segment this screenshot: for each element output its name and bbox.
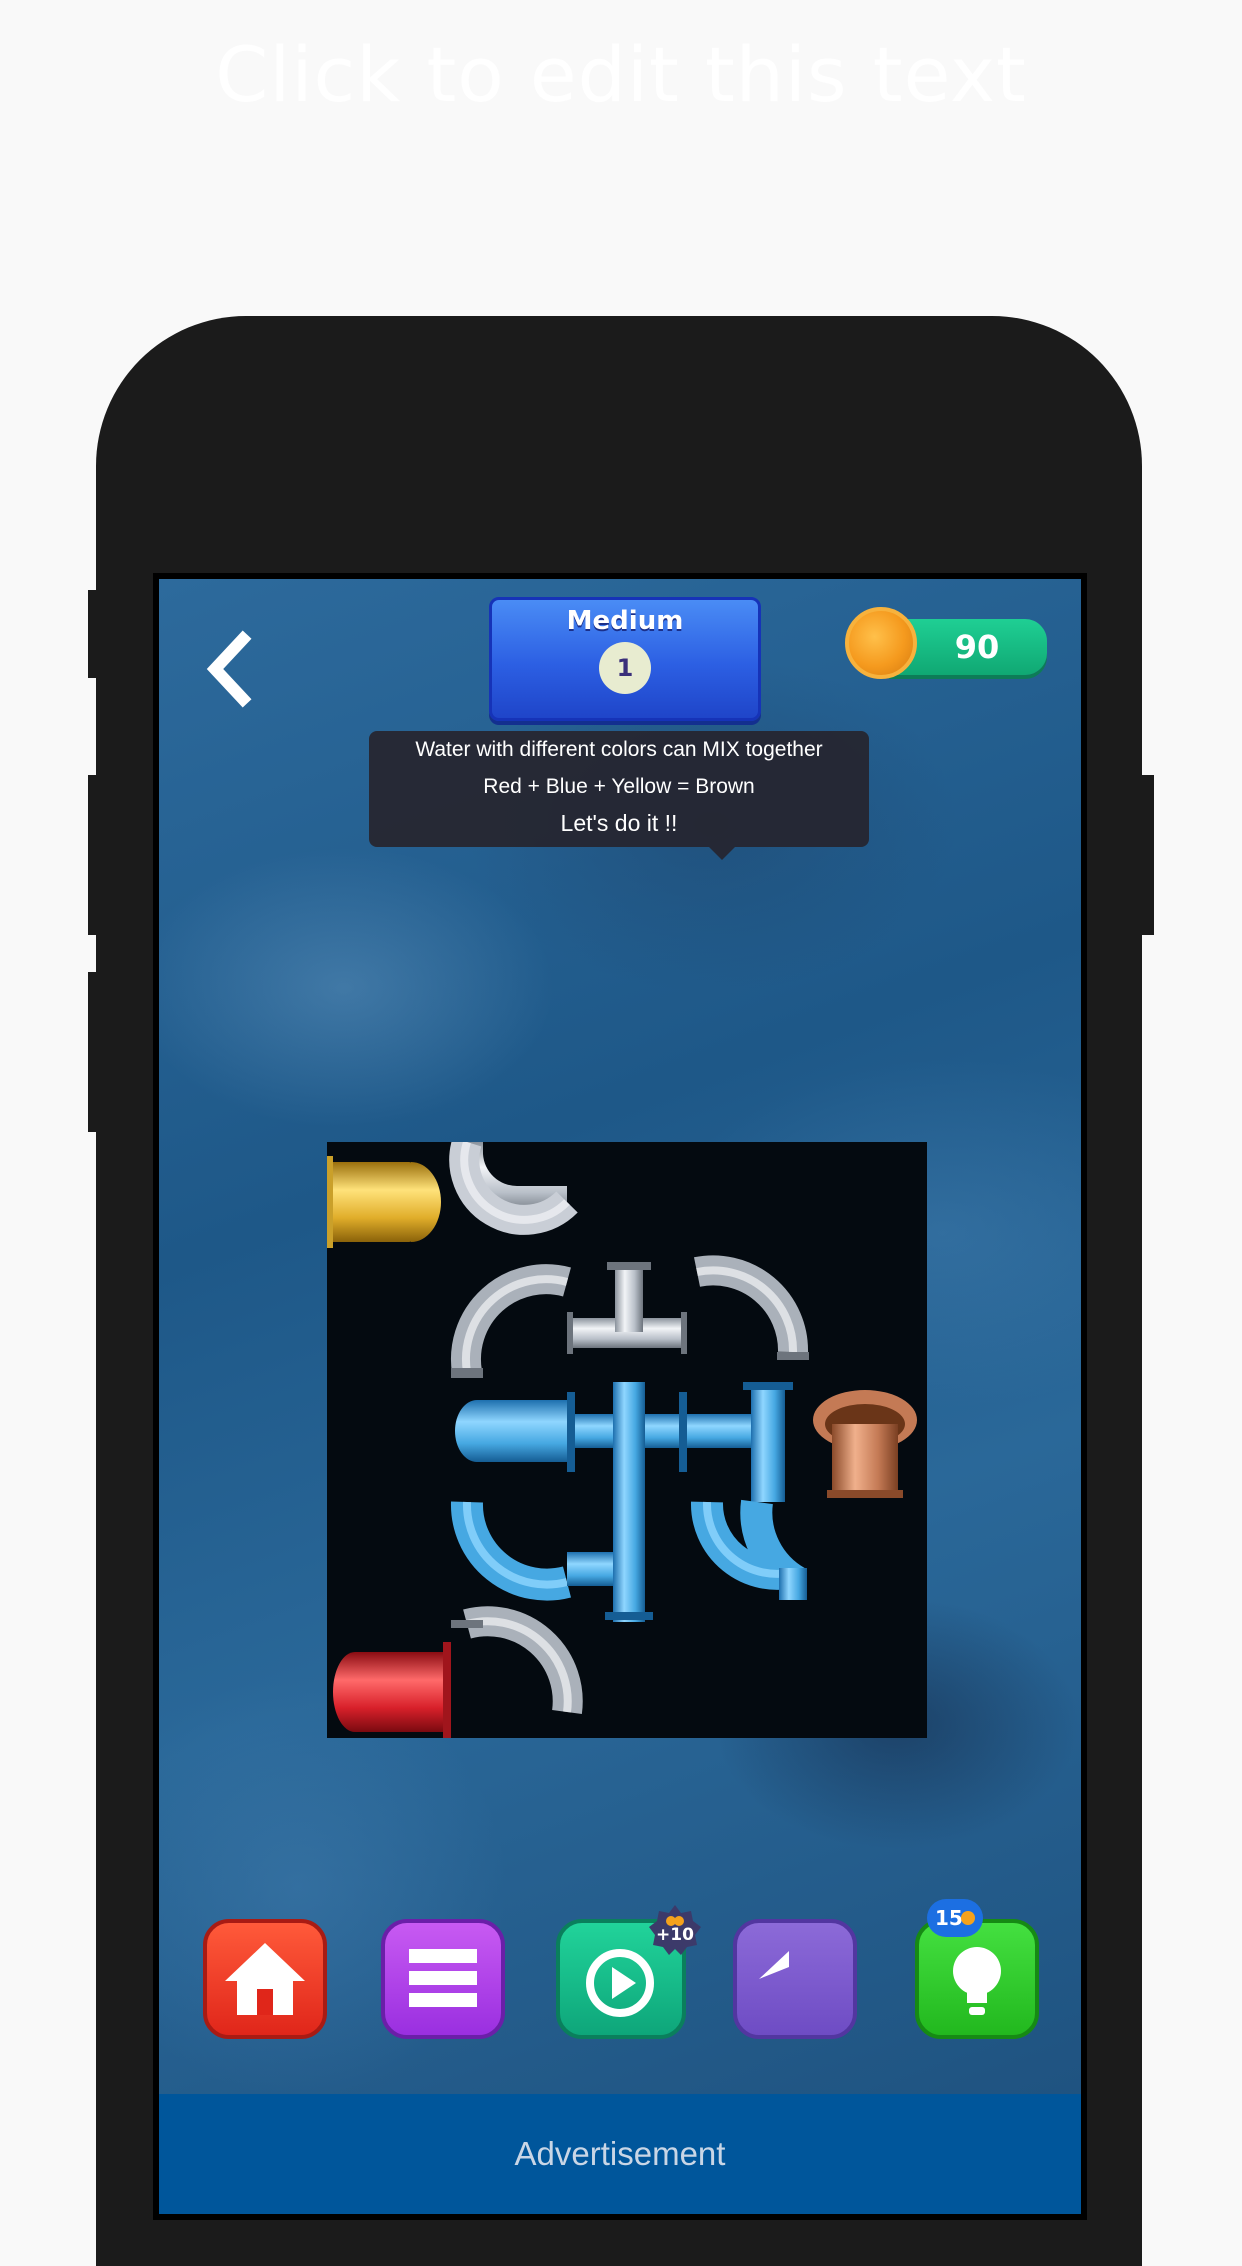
- tooltip-tail: [709, 847, 735, 860]
- tooltip-line-1: Water with different colors can MIX toge…: [415, 738, 823, 761]
- coin-value: 90: [954, 628, 1000, 666]
- bottom-toolbar: +10 15: [159, 1899, 1081, 2049]
- pipe-tile-blue-elbow[interactable]: [450, 1501, 571, 1601]
- home-button[interactable]: [203, 1919, 327, 2039]
- pipe-grid: [327, 1142, 917, 1738]
- pipe-tile-blue-tee[interactable]: [687, 1382, 793, 1502]
- home-icon: [225, 1943, 305, 2015]
- difficulty-label: Medium: [566, 606, 684, 636]
- phone-volume-button-2: [88, 775, 100, 935]
- pipe-tile-blue-end[interactable]: [455, 1400, 571, 1462]
- menu-button[interactable]: [381, 1919, 505, 2039]
- undo-button[interactable]: [733, 1919, 857, 2039]
- pipe-tile-blue-tee[interactable]: [567, 1502, 653, 1622]
- brown-target-pipe: [813, 1390, 917, 1498]
- pipe-tile-blue-elbow[interactable]: [691, 1499, 807, 1600]
- pipe-board: [327, 1142, 927, 1738]
- menu-icon: [409, 1949, 477, 2007]
- headline-text[interactable]: Click to edit this text: [0, 30, 1242, 119]
- video-reward-label: +10: [656, 1925, 694, 1945]
- pipe-tile-blue-cross[interactable]: [567, 1382, 687, 1502]
- hint-button[interactable]: [915, 1919, 1039, 2039]
- game-screen: Medium 1 90 Water with different colors …: [153, 573, 1087, 2220]
- phone-power-button: [1142, 775, 1154, 935]
- coin-icon: [845, 607, 917, 679]
- pipe-tile-silver-elbow[interactable]: [694, 1255, 809, 1360]
- video-reward-badge: +10: [649, 1903, 701, 1955]
- back-button[interactable]: [199, 629, 259, 709]
- advertisement-banner[interactable]: Advertisement: [159, 2094, 1081, 2214]
- pipe-tile-silver-elbow[interactable]: [449, 1142, 578, 1235]
- hint-count: 15: [935, 1906, 963, 1930]
- red-source-pipe: [333, 1642, 451, 1738]
- level-number: 1: [599, 642, 651, 694]
- tutorial-tooltip: Water with different colors can MIX toge…: [369, 731, 869, 847]
- hint-count-badge: 15: [927, 1899, 983, 1937]
- undo-icon: [759, 1951, 789, 1979]
- pipe-tile-silver-elbow[interactable]: [450, 1264, 571, 1378]
- pipe-tile-silver-elbow[interactable]: [451, 1606, 583, 1714]
- yellow-source-pipe: [327, 1156, 441, 1248]
- level-badge: Medium 1: [489, 597, 761, 721]
- lightbulb-icon: [953, 1947, 1001, 2015]
- tooltip-line-3: Let's do it !!: [560, 810, 678, 836]
- phone-volume-button-3: [88, 972, 100, 1132]
- coin-dot-icon: [961, 1911, 975, 1925]
- advertisement-label: Advertisement: [514, 2135, 726, 2172]
- chevron-left-icon: [206, 630, 252, 708]
- tooltip-line-2: Red + Blue + Yellow = Brown: [483, 775, 755, 798]
- pipe-tile-silver-tee[interactable]: [567, 1262, 687, 1354]
- phone-volume-button-1: [88, 590, 100, 678]
